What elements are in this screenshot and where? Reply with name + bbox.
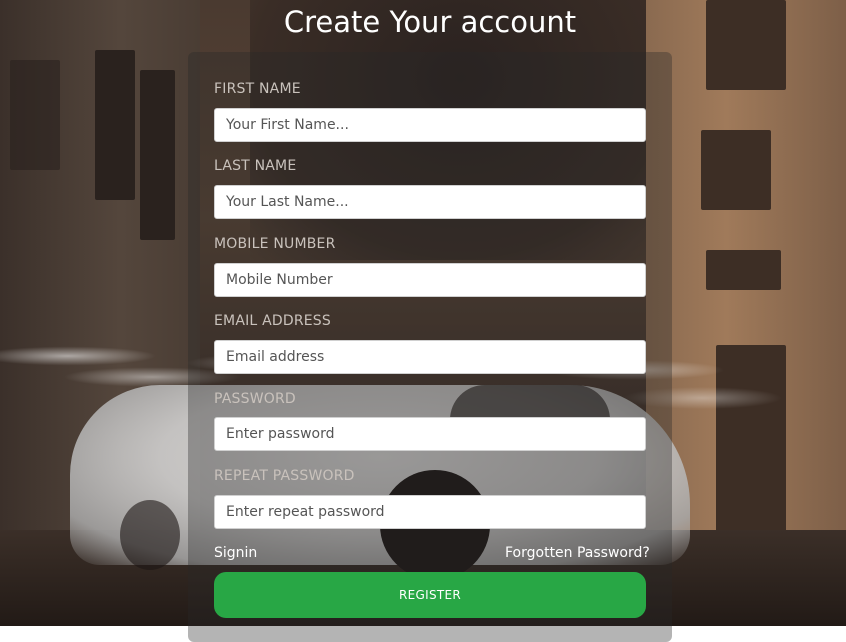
password-input[interactable] — [214, 417, 646, 451]
background-car-wheel — [120, 500, 180, 570]
last-name-label: LAST NAME — [214, 158, 297, 174]
mobile-number-label: MOBILE NUMBER — [214, 236, 336, 252]
signin-link[interactable]: Signin — [214, 545, 257, 561]
repeat-password-input[interactable] — [214, 495, 646, 529]
page-title: Create Your account — [283, 5, 577, 39]
forgotten-password-link[interactable]: Forgotten Password? — [505, 545, 650, 561]
first-name-input[interactable] — [214, 108, 646, 142]
password-label: PASSWORD — [214, 391, 296, 407]
email-address-input[interactable] — [214, 340, 646, 374]
first-name-label: FIRST NAME — [214, 81, 301, 97]
repeat-password-label: REPEAT PASSWORD — [214, 468, 355, 484]
mobile-number-input[interactable] — [214, 263, 646, 297]
email-address-label: EMAIL ADDRESS — [214, 313, 331, 329]
last-name-input[interactable] — [214, 185, 646, 219]
register-button[interactable]: REGISTER — [214, 572, 646, 618]
